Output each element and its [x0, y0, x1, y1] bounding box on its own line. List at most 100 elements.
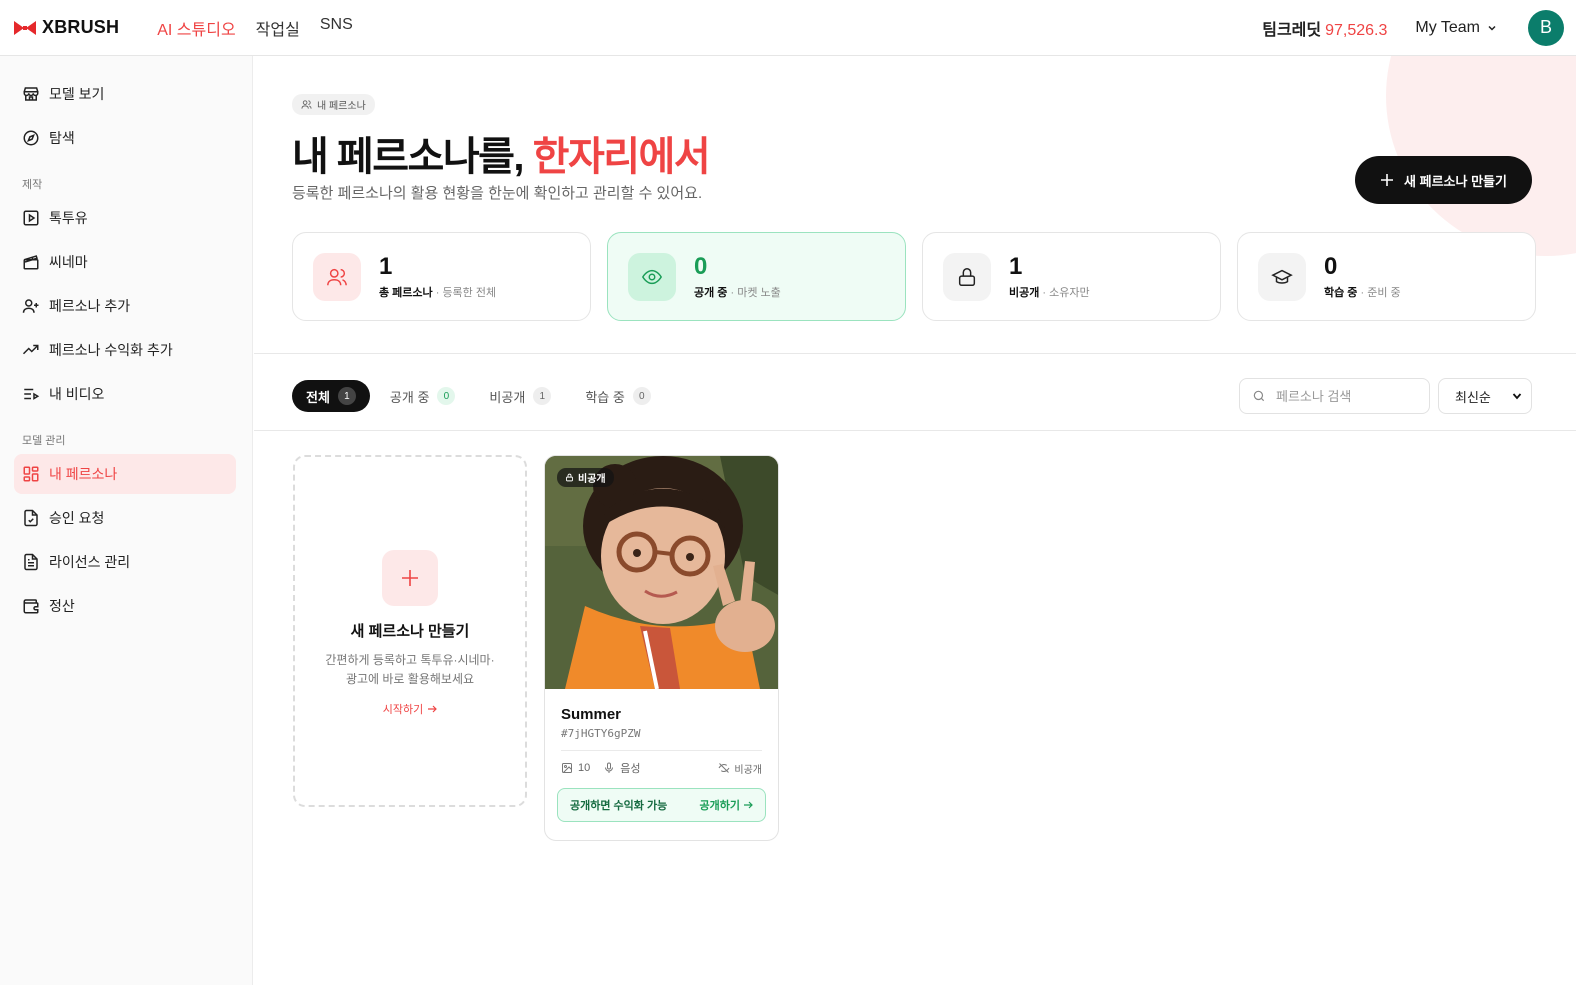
private-badge-label: 비공개	[578, 474, 606, 485]
divider	[254, 353, 1576, 354]
eye-off-icon	[718, 762, 730, 774]
image-count: 10	[578, 762, 591, 774]
stat-card-public: 0 공개 중 · 마켓 노출	[607, 232, 906, 321]
trending-up-icon	[22, 341, 40, 359]
sidebar-item-my-video[interactable]: 내 비디오	[14, 374, 236, 414]
sidebar-item-talk-to-you[interactable]: 톡투유	[14, 198, 236, 238]
play-square-icon	[22, 209, 40, 227]
sidebar-item-license[interactable]: 라이선스 관리	[14, 542, 236, 582]
sidebar-item-label: 내 페르소나	[49, 466, 118, 482]
new-persona-button-label: 새 페르소나 만들기	[1404, 173, 1507, 189]
sidebar-item-cinema[interactable]: 씨네마	[14, 242, 236, 282]
stat-icon-box	[628, 252, 676, 301]
page-title-main: 내 페르소나를,	[292, 135, 533, 179]
main-content: 내 페르소나 내 페르소나를, 한자리에서 등록한 페르소나의 활용 현황을 한…	[254, 56, 1576, 985]
bowtie-logo-icon	[14, 20, 36, 35]
chevron-down-icon	[1486, 22, 1498, 34]
voice-label: 음성	[620, 763, 641, 775]
tab-public[interactable]: 공개 중0	[376, 380, 470, 412]
user-plus-icon	[22, 297, 40, 315]
sidebar-item-label: 탐색	[49, 130, 75, 146]
stat-icon-box	[943, 252, 991, 301]
search-input[interactable]	[1276, 388, 1416, 404]
users-icon	[301, 99, 312, 110]
arrow-right-icon	[427, 704, 438, 714]
publish-cta-text: 공개하면 수익화 가능	[570, 800, 668, 812]
page-title: 내 페르소나를, 한자리에서	[292, 124, 711, 182]
logo[interactable]: XBRUSH	[14, 17, 119, 38]
logo-text: XBRUSH	[42, 17, 120, 37]
sort-selected: 최신순	[1455, 389, 1491, 405]
team-label: My Team	[1415, 18, 1480, 36]
sidebar-item-explore[interactable]: 탐색	[14, 118, 236, 158]
sidebar-item-model-view[interactable]: 모델 보기	[14, 74, 236, 114]
new-persona-card[interactable]: 새 페르소나 만들기 간편하게 등록하고 톡투유·시네마·광고에 바로 활용해보…	[293, 455, 527, 807]
sidebar-item-label: 라이선스 관리	[49, 554, 131, 570]
sidebar-section-manage: 모델 관리	[22, 435, 66, 447]
sidebar-item-label: 톡투유	[49, 210, 88, 226]
sidebar-item-label: 페르소나 수익화 추가	[49, 342, 173, 358]
tab-training[interactable]: 학습 중0	[571, 380, 665, 412]
plus-icon	[400, 568, 420, 588]
sort-select[interactable]: 최신순	[1438, 378, 1532, 414]
persona-name: Summer	[561, 706, 622, 723]
persona-photo[interactable]: 비공개	[545, 456, 778, 689]
stat-label: 총 페르소나 · 등록한 전체	[379, 287, 497, 299]
persona-id: #7jHGTY6gPZW	[561, 727, 641, 740]
sidebar-item-my-persona[interactable]: 내 페르소나	[14, 454, 236, 494]
sidebar-item-label: 승인 요청	[49, 510, 105, 526]
nav-workroom[interactable]: 작업실	[256, 16, 300, 40]
filter-tabs: 전체 1 공개 중0 비공개 1 학습 중0	[292, 380, 665, 412]
stat-icon-box	[313, 252, 361, 301]
file-text-icon	[22, 553, 40, 571]
stat-value: 0	[694, 253, 708, 280]
plus-box	[382, 550, 438, 606]
page-pill: 내 페르소나	[292, 94, 375, 115]
tab-all[interactable]: 전체 1	[292, 380, 370, 412]
sidebar-item-label: 페르소나 추가	[49, 298, 131, 314]
sidebar-item-add-persona[interactable]: 페르소나 추가	[14, 286, 236, 326]
stats-row: 1 총 페르소나 · 등록한 전체 0 공개 중 · 마켓 노출 1 비공개 ·…	[292, 232, 1536, 321]
new-persona-card-title: 새 페르소나 만들기	[350, 623, 470, 640]
stat-label: 비공개 · 소유자만	[1009, 287, 1090, 299]
mic-icon	[603, 762, 615, 774]
wallet-icon	[22, 597, 40, 615]
top-right: 팀크레딧 97,526.3 My Team B	[1262, 9, 1564, 46]
sidebar-item-label: 정산	[49, 598, 75, 614]
persona-card[interactable]: 비공개 Summer #7jHGTY6gPZW 10 음성 비공개 공개하면 수…	[544, 455, 779, 841]
publish-cta[interactable]: 공개하면 수익화 가능 공개하기	[557, 788, 766, 822]
new-persona-button[interactable]: 새 페르소나 만들기	[1355, 156, 1532, 204]
nav-sns[interactable]: SNS	[320, 16, 353, 40]
persona-photo-illustration	[545, 456, 778, 689]
page-title-accent: 한자리에서	[532, 135, 711, 179]
stat-value: 0	[1324, 253, 1338, 280]
team-credit-label: 팀크레딧	[1262, 21, 1322, 39]
layout-grid-icon	[22, 465, 40, 483]
stat-label: 학습 중 · 준비 중	[1324, 287, 1401, 299]
stat-value: 1	[379, 253, 393, 280]
private-badge: 비공개	[557, 468, 614, 487]
users-icon	[326, 266, 348, 288]
start-link[interactable]: 시작하기	[383, 701, 438, 717]
publish-button[interactable]: 공개하기	[700, 797, 753, 813]
tab-count: 1	[337, 387, 356, 405]
nav-ai-studio[interactable]: AI 스튜디오	[157, 16, 235, 40]
sidebar-item-settlement[interactable]: 정산	[14, 586, 236, 626]
lock-icon	[956, 266, 978, 288]
stat-label: 공개 중 · 마켓 노출	[694, 287, 781, 299]
sidebar-item-add-monetization[interactable]: 페르소나 수익화 추가	[14, 330, 236, 370]
file-check-icon	[22, 509, 40, 527]
tab-count: 0	[632, 387, 651, 405]
stat-icon-box	[1258, 252, 1306, 301]
plus-icon	[1380, 173, 1394, 187]
sidebar-item-approval-request[interactable]: 승인 요청	[14, 498, 236, 538]
search-box[interactable]	[1239, 378, 1430, 414]
sidebar: 모델 보기 탐색 제작 톡투유 씨네마 페르소나 추가 페르소나 수익화 추가 …	[0, 56, 253, 985]
top-bar: XBRUSH AI 스튜디오 작업실 SNS 팀크레딧 97,526.3 My T…	[0, 0, 1576, 56]
eye-icon	[641, 266, 663, 288]
page-subtitle: 등록한 페르소나의 활용 현황을 한눈에 확인하고 관리할 수 있어요.	[292, 185, 703, 202]
page-pill-label: 내 페르소나	[317, 101, 366, 112]
tab-private[interactable]: 비공개 1	[475, 380, 565, 412]
avatar[interactable]: B	[1528, 9, 1564, 46]
team-selector[interactable]: My Team	[1415, 19, 1498, 37]
